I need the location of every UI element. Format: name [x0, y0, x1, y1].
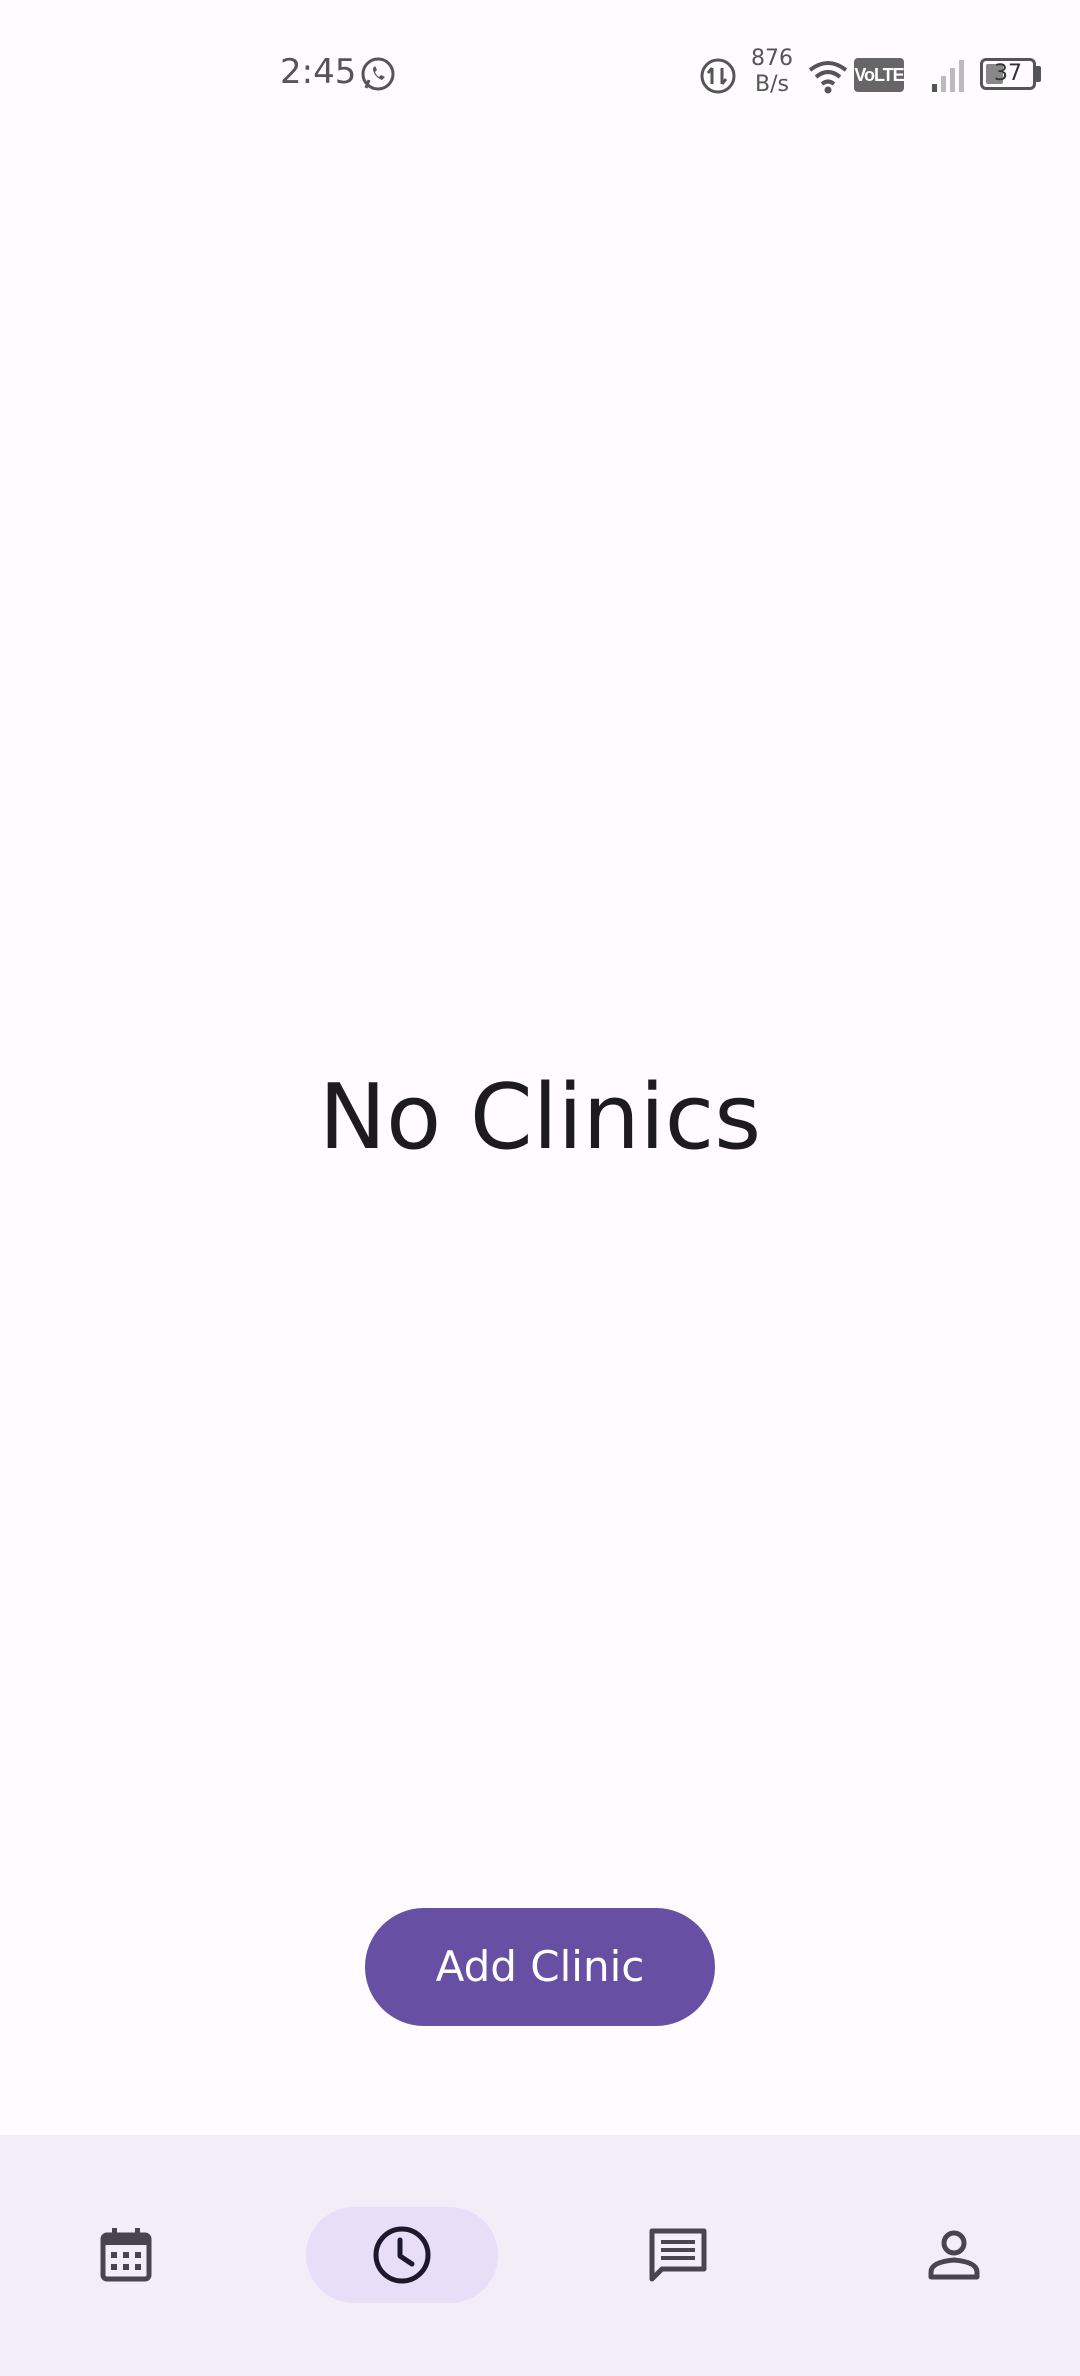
nav-item-calendar[interactable]: [30, 2207, 222, 2303]
network-speed-unit: B/s: [755, 72, 789, 97]
battery-nub: [1036, 66, 1041, 82]
data-saver-icon: [696, 54, 740, 98]
status-time: 2:45: [280, 52, 357, 92]
chat-icon: [649, 2228, 707, 2282]
network-speed-value: 876: [751, 46, 793, 71]
volte-badge: VoLTE: [854, 58, 905, 92]
cellular-signal-icon: [930, 58, 970, 92]
status-bar: 2:45 876 B/s VoLTE 37: [0, 0, 1080, 150]
screen: 2:45 876 B/s VoLTE 37 No Clinics Add Cli…: [0, 0, 1080, 2376]
nav-item-profile[interactable]: [858, 2207, 1050, 2303]
battery-level: 37: [994, 61, 1022, 86]
clock-icon: [373, 2226, 431, 2284]
nav-item-chat[interactable]: [582, 2207, 774, 2303]
whatsapp-notification-icon: [358, 54, 398, 94]
calendar-icon: [100, 2228, 152, 2282]
add-clinic-button[interactable]: Add Clinic: [365, 1908, 715, 2026]
empty-state-title: No Clinics: [318, 1065, 762, 1170]
nav-item-clock[interactable]: [306, 2207, 498, 2303]
wifi-icon: [806, 56, 850, 96]
battery-icon: 37: [980, 58, 1036, 90]
person-icon: [928, 2230, 980, 2280]
network-speed: 876 B/s: [744, 46, 800, 98]
bottom-navigation-bar: [0, 2135, 1080, 2376]
